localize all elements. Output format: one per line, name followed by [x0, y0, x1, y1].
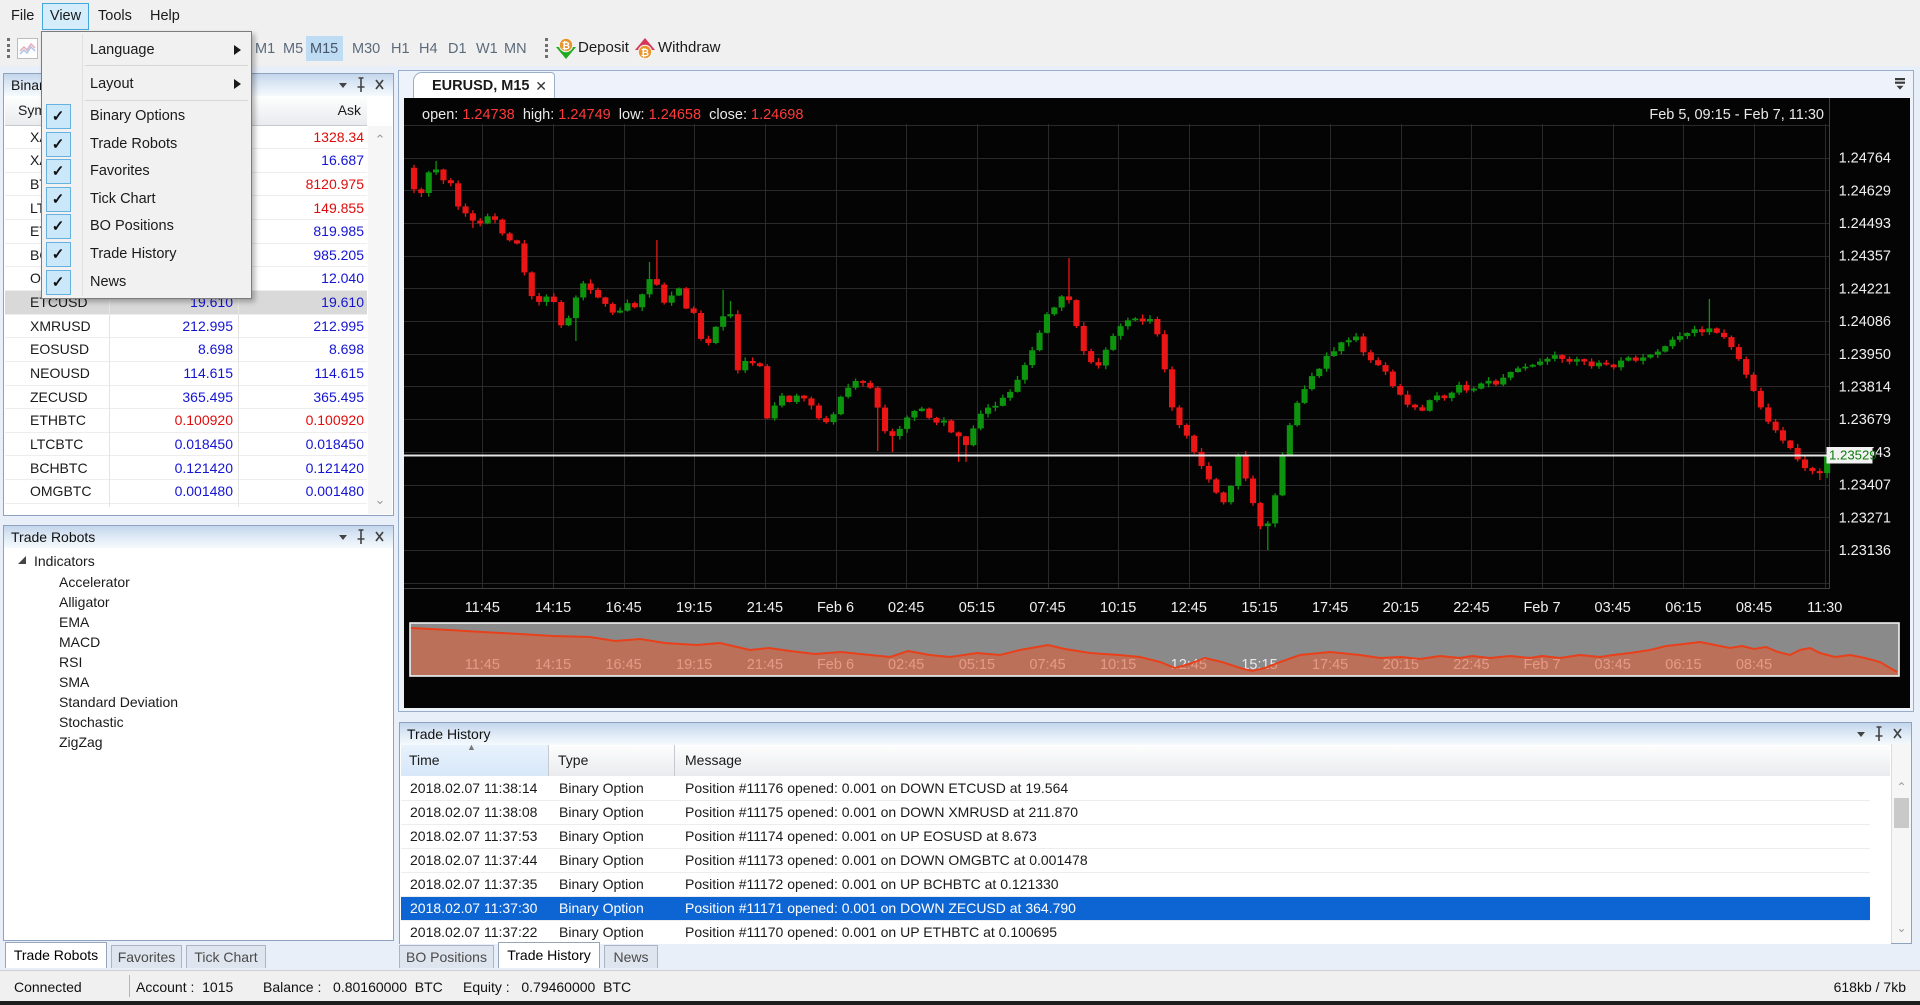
svg-text:21:45: 21:45: [747, 600, 783, 616]
svg-text:06:15: 06:15: [1665, 600, 1701, 616]
svg-text:14:15: 14:15: [535, 600, 571, 616]
svg-text:1.24357: 1.24357: [1839, 249, 1891, 265]
svg-text:1.24221: 1.24221: [1839, 281, 1891, 297]
svg-text:1.23679: 1.23679: [1839, 412, 1891, 428]
svg-text:Feb 5, 09:15 - Feb 7, 11:30: Feb 5, 09:15 - Feb 7, 11:30: [1649, 107, 1824, 123]
svg-text:1.23529: 1.23529: [1829, 448, 1877, 463]
svg-text:1.24493: 1.24493: [1839, 216, 1891, 232]
svg-text:03:45: 03:45: [1595, 600, 1631, 616]
svg-text:20:15: 20:15: [1383, 600, 1419, 616]
svg-text:1.23814: 1.23814: [1839, 380, 1891, 396]
svg-text:1.24629: 1.24629: [1839, 183, 1891, 199]
svg-text:Feb 7: Feb 7: [1523, 600, 1560, 616]
svg-text:05:15: 05:15: [959, 600, 995, 616]
svg-text:1.23407: 1.23407: [1839, 478, 1891, 494]
svg-text:02:45: 02:45: [888, 600, 924, 616]
svg-text:₿: ₿: [641, 47, 649, 59]
svg-text:open: 1.24738 high: 1.24749: open: 1.24738 high: 1.24749 low: 1.24658…: [422, 107, 803, 123]
svg-text:1.23950: 1.23950: [1839, 347, 1891, 363]
svg-text:22:45: 22:45: [1453, 600, 1489, 616]
svg-text:08:45: 08:45: [1736, 600, 1772, 616]
svg-text:1.24764: 1.24764: [1839, 151, 1891, 167]
svg-text:1.24086: 1.24086: [1839, 314, 1891, 330]
svg-text:17:45: 17:45: [1312, 600, 1348, 616]
svg-text:Feb 6: Feb 6: [817, 600, 854, 616]
svg-text:12:45: 12:45: [1171, 600, 1207, 616]
svg-text:1.23271: 1.23271: [1839, 510, 1891, 526]
svg-text:1.23136: 1.23136: [1839, 543, 1891, 559]
svg-text:11:45: 11:45: [465, 600, 500, 616]
svg-text:07:45: 07:45: [1029, 600, 1065, 616]
svg-text:19:15: 19:15: [676, 600, 712, 616]
svg-text:15:15: 15:15: [1241, 600, 1277, 616]
svg-text:₿: ₿: [562, 40, 570, 52]
svg-text:11:30: 11:30: [1807, 600, 1842, 616]
svg-text:16:45: 16:45: [605, 600, 641, 616]
svg-text:10:15: 10:15: [1100, 600, 1136, 616]
